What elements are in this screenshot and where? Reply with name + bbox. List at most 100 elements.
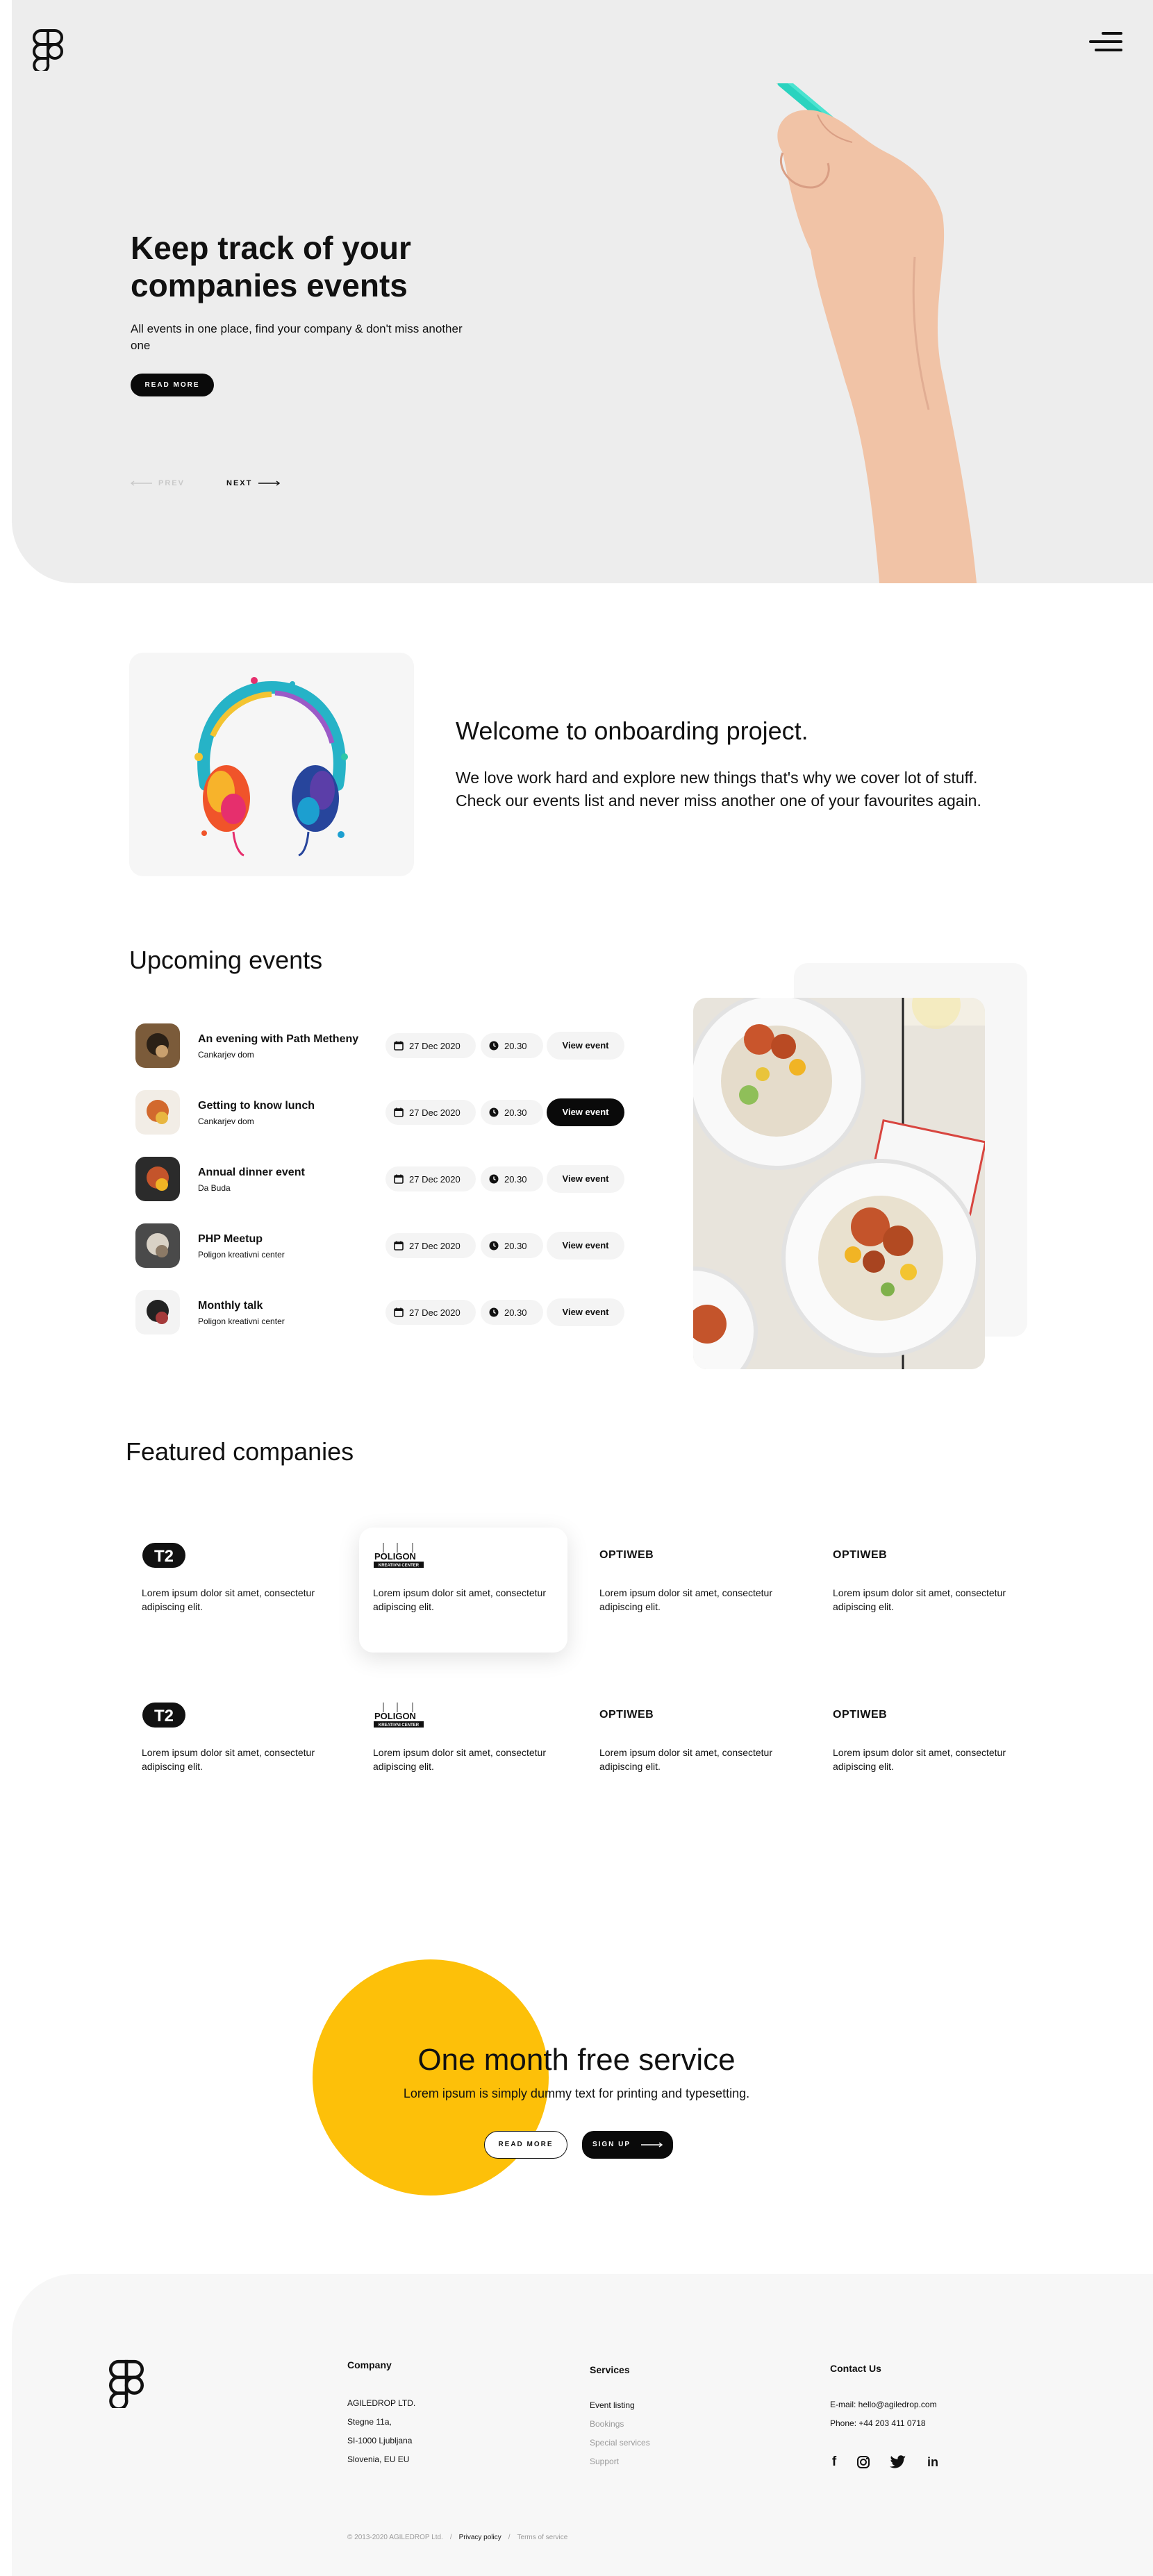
event-time-chip: 20.30: [481, 1166, 543, 1191]
poligon-logo: POLIGON KREATIVNI CENTER: [373, 1701, 426, 1729]
company-card[interactable]: OPTIWEB Lorem ipsum dolor sit amet, conse…: [586, 1687, 794, 1812]
footer-link-support[interactable]: Support: [590, 2457, 619, 2466]
event-thumbnail: [135, 1023, 180, 1068]
food-photo-image: [693, 998, 985, 1369]
calendar-icon: [394, 1241, 404, 1251]
arrow-right-icon: [641, 2142, 663, 2148]
poligon-logo: POLIGON KREATIVNI CENTER: [373, 1541, 426, 1569]
figma-logo-icon[interactable]: [33, 29, 63, 71]
svg-text:KREATIVNI CENTER: KREATIVNI CENTER: [379, 1564, 420, 1568]
linkedin-icon[interactable]: in: [924, 2454, 942, 2470]
calendar-icon: [394, 1174, 404, 1184]
hand-with-pencil-illustration: [766, 83, 977, 583]
menu-line: [1095, 49, 1122, 51]
instagram-icon[interactable]: [856, 2454, 871, 2470]
privacy-policy-link[interactable]: Privacy policy: [459, 2534, 501, 2541]
hamburger-menu-icon[interactable]: [1089, 32, 1122, 54]
event-name[interactable]: PHP Meetup: [198, 1233, 263, 1246]
company-description: Lorem ipsum dolor sit amet, consectetur …: [373, 1747, 546, 1772]
company-card[interactable]: T2 Lorem ipsum dolor sit amet, consectetu…: [128, 1687, 336, 1812]
event-row: PHP Meetup Poligon kreativni center 27 Dec…: [135, 1223, 636, 1269]
company-description: Lorem ipsum dolor sit amet, consectetur …: [373, 1587, 546, 1612]
footer-phone[interactable]: Phone: +44 203 411 0718: [830, 2418, 926, 2428]
next-label: NEXT: [226, 479, 253, 487]
arrow-right-icon: [258, 480, 281, 486]
event-date: 27 Dec 2020: [409, 1307, 461, 1318]
menu-line: [1089, 40, 1122, 43]
clock-icon: [489, 1174, 499, 1184]
event-time: 20.30: [504, 1240, 527, 1251]
menu-line: [1102, 32, 1122, 35]
svg-text:T2: T2: [154, 1547, 174, 1566]
event-location: Cankarjev dom: [198, 1050, 254, 1060]
terms-of-service-link[interactable]: Terms of service: [517, 2534, 568, 2541]
company-description: Lorem ipsum dolor sit amet, consectetur …: [599, 1587, 772, 1612]
upcoming-events-title: Upcoming events: [129, 946, 323, 974]
next-slide-button[interactable]: NEXT: [226, 479, 281, 487]
event-time-chip: 20.30: [481, 1233, 543, 1258]
company-card[interactable]: POLIGON KREATIVNI CENTER Lorem ipsum dolor…: [359, 1687, 567, 1812]
prev-slide-button[interactable]: PREV: [131, 479, 185, 487]
facebook-icon[interactable]: f: [827, 2454, 842, 2470]
optiweb-logo: OPTIWEB: [599, 1709, 654, 1721]
event-date: 27 Dec 2020: [409, 1107, 461, 1118]
headphones-illustration: [194, 677, 348, 857]
view-event-button[interactable]: View event: [547, 1232, 624, 1260]
event-date-chip: 27 Dec 2020: [385, 1100, 476, 1125]
food-photo: [693, 998, 985, 1369]
event-name[interactable]: An evening with Path Metheny: [198, 1033, 358, 1046]
event-time: 20.30: [504, 1307, 527, 1318]
footer-company-line: SI-1000 Ljubljana: [347, 2436, 413, 2445]
company-card[interactable]: T2 Lorem ipsum dolor sit amet, consectetu…: [128, 1528, 336, 1653]
hero-section: Keep track of your companies events All …: [12, 0, 1153, 583]
promo-read-more-button[interactable]: READ MORE: [484, 2131, 567, 2159]
promo-subtitle: Lorem ipsum is simply dummy text for pri…: [403, 2086, 750, 2100]
company-card[interactable]: OPTIWEB Lorem ipsum dolor sit amet, conse…: [819, 1528, 1027, 1653]
event-thumbnail: [135, 1223, 180, 1268]
footer-company-heading: Company: [347, 2359, 392, 2370]
footer-link-special-services[interactable]: Special services: [590, 2438, 650, 2448]
arrow-left-icon: [131, 480, 152, 486]
view-event-button[interactable]: View event: [547, 1032, 624, 1060]
svg-text:POLIGON: POLIGON: [374, 1711, 416, 1721]
footer-company-line: Slovenia, EU EU: [347, 2454, 410, 2464]
footer-legal: © 2013-2020 AGILEDROP Ltd. / Privacy pol…: [347, 2534, 567, 2541]
optiweb-logo: OPTIWEB: [599, 1549, 654, 1561]
svg-text:T2: T2: [154, 1707, 174, 1725]
event-date-chip: 27 Dec 2020: [385, 1033, 476, 1058]
footer-figma-logo-icon[interactable]: [109, 2359, 144, 2408]
event-name[interactable]: Annual dinner event: [198, 1166, 305, 1179]
company-card[interactable]: POLIGON KREATIVNI CENTER Lorem ipsum dolor…: [359, 1528, 567, 1653]
hero-read-more-button[interactable]: READ MORE: [131, 374, 214, 396]
event-time: 20.30: [504, 1173, 527, 1185]
view-event-button[interactable]: View event: [547, 1098, 624, 1126]
copyright-text: © 2013-2020 AGILEDROP Ltd.: [347, 2534, 443, 2541]
company-card[interactable]: OPTIWEB Lorem ipsum dolor sit amet, conse…: [586, 1528, 794, 1653]
optiweb-logo: OPTIWEB: [833, 1549, 888, 1561]
event-time-chip: 20.30: [481, 1033, 543, 1058]
company-card[interactable]: OPTIWEB Lorem ipsum dolor sit amet, conse…: [819, 1687, 1027, 1812]
event-date: 27 Dec 2020: [409, 1240, 461, 1251]
event-row: Getting to know lunch Cankarjev dom 27 Dec…: [135, 1090, 636, 1136]
legal-separator: /: [449, 2534, 452, 2541]
footer-company-line: Stegne 11a,: [347, 2417, 392, 2427]
event-name[interactable]: Getting to know lunch: [198, 1100, 315, 1112]
footer-link-bookings[interactable]: Bookings: [590, 2419, 624, 2429]
optiweb-logo: OPTIWEB: [833, 1709, 888, 1721]
footer-link-event-listing[interactable]: Event listing: [590, 2400, 635, 2410]
company-description: Lorem ipsum dolor sit amet, consectetur …: [142, 1747, 315, 1772]
t2-logo: T2: [142, 1541, 186, 1569]
event-name[interactable]: Monthly talk: [198, 1300, 263, 1312]
twitter-icon[interactable]: [889, 2454, 907, 2470]
promo-title: One month free service: [417, 2043, 736, 2077]
clock-icon: [489, 1241, 499, 1251]
event-row: An evening with Path Metheny Cankarjev do…: [135, 1023, 636, 1069]
footer: [12, 2274, 1153, 2576]
company-description: Lorem ipsum dolor sit amet, consectetur …: [142, 1587, 315, 1612]
sign-up-button[interactable]: SIGN UP: [582, 2131, 673, 2159]
event-thumbnail: [135, 1157, 180, 1201]
view-event-button[interactable]: View event: [547, 1165, 624, 1193]
featured-companies-title: Featured companies: [126, 1437, 354, 1466]
footer-email[interactable]: E-mail: hello@agiledrop.com: [830, 2400, 937, 2409]
view-event-button[interactable]: View event: [547, 1298, 624, 1326]
